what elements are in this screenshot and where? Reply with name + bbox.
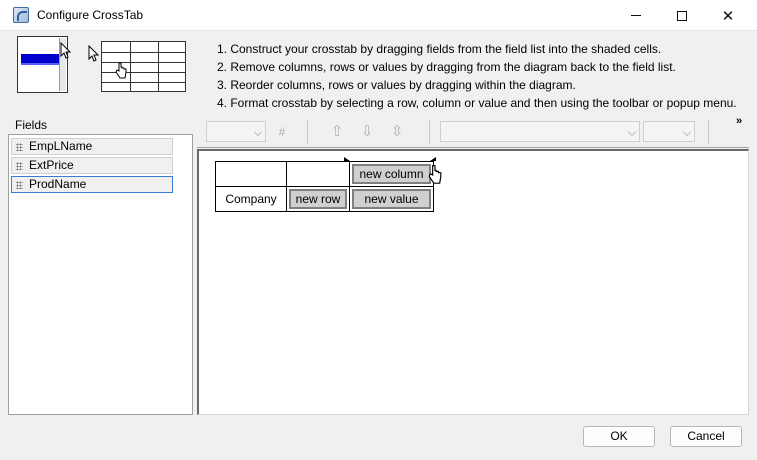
drag-cursor-icon — [88, 45, 100, 62]
field-item-label: ExtPrice — [29, 158, 74, 172]
field-item-label: ProdName — [29, 177, 87, 191]
toolbar-separator — [708, 120, 709, 144]
maximize-icon — [677, 10, 687, 21]
instruction-line: 1. Construct your crosstab by dragging f… — [217, 42, 662, 56]
toolbar-separator — [429, 120, 430, 144]
app-icon — [13, 7, 29, 23]
close-button[interactable]: ✕ — [705, 0, 751, 31]
fields-list[interactable]: EmpLName ExtPrice ProdName — [8, 134, 193, 415]
field-item-label: EmpLName — [29, 139, 93, 153]
insert-marker-icon — [344, 157, 350, 161]
illustration-grid-line — [102, 52, 185, 53]
new-row-cell[interactable]: new row — [289, 189, 347, 209]
crosstab-diagram[interactable]: new column Company new row new value — [197, 149, 749, 415]
illustration-grid-line — [130, 42, 131, 91]
instruction-line: 2. Remove columns, rows or values by dra… — [217, 60, 676, 74]
sort-ascending-icon[interactable]: ⇧ — [327, 122, 347, 142]
function-dropdown[interactable] — [440, 121, 640, 142]
hand-cursor-icon — [428, 165, 442, 184]
illustration-grid-line — [102, 82, 185, 83]
field-item-extprice[interactable]: ExtPrice — [11, 157, 173, 174]
window-title: Configure CrossTab — [37, 8, 144, 22]
chevron-down-icon — [628, 128, 636, 136]
illustration-grid-line — [158, 42, 159, 91]
row-field-label: Company — [225, 192, 277, 206]
ok-button[interactable]: OK — [583, 426, 655, 447]
chevron-down-icon — [254, 128, 262, 136]
field-item-prodname[interactable]: ProdName — [11, 176, 173, 193]
crosstab-illustration — [101, 41, 186, 92]
toolbar-separator — [307, 120, 308, 144]
new-value-label: new value — [364, 192, 419, 206]
field-item-emplname[interactable]: EmpLName — [11, 138, 173, 155]
drag-grip-icon — [16, 181, 23, 189]
drag-grip-icon — [16, 162, 23, 170]
drag-grip-icon — [16, 143, 23, 151]
new-row-label: new row — [295, 192, 341, 206]
new-value-cell[interactable]: new value — [352, 189, 431, 209]
minimize-button[interactable] — [613, 0, 659, 31]
instruction-line: 4. Format crosstab by selecting a row, c… — [217, 96, 737, 110]
format-dropdown[interactable] — [643, 121, 695, 142]
instruction-line: 3. Reorder columns, rows or values by dr… — [217, 78, 576, 92]
instructions: 1. Construct your crosstab by dragging f… — [217, 40, 737, 112]
new-column-cell[interactable]: new column — [352, 164, 431, 184]
hand-cursor-icon — [115, 62, 127, 79]
minimize-icon — [631, 15, 641, 16]
sort-toggle-icon[interactable]: ⇳ — [387, 122, 407, 142]
sort-descending-icon[interactable]: ⇩ — [357, 122, 377, 142]
maximize-button[interactable] — [659, 0, 705, 31]
chevron-down-icon — [683, 128, 691, 136]
fields-label: Fields — [15, 118, 48, 132]
empty-column-header-cell — [286, 161, 350, 187]
illustration-selection-shadow — [21, 63, 61, 65]
new-column-label: new column — [359, 167, 424, 181]
close-icon: ✕ — [721, 7, 735, 25]
font-size-dropdown[interactable] — [206, 121, 266, 142]
toolbar-overflow-button[interactable]: » — [736, 115, 742, 127]
arrow-cursor-icon — [60, 42, 72, 59]
row-field-cell[interactable]: Company — [215, 186, 287, 212]
title-bar: Configure CrossTab ✕ — [0, 0, 757, 31]
corner-cell — [215, 161, 287, 187]
format-toolbar: # ⇧ ⇩ ⇳ — [197, 114, 749, 148]
cancel-button[interactable]: Cancel — [670, 426, 742, 447]
number-format-icon[interactable]: # — [272, 122, 292, 142]
